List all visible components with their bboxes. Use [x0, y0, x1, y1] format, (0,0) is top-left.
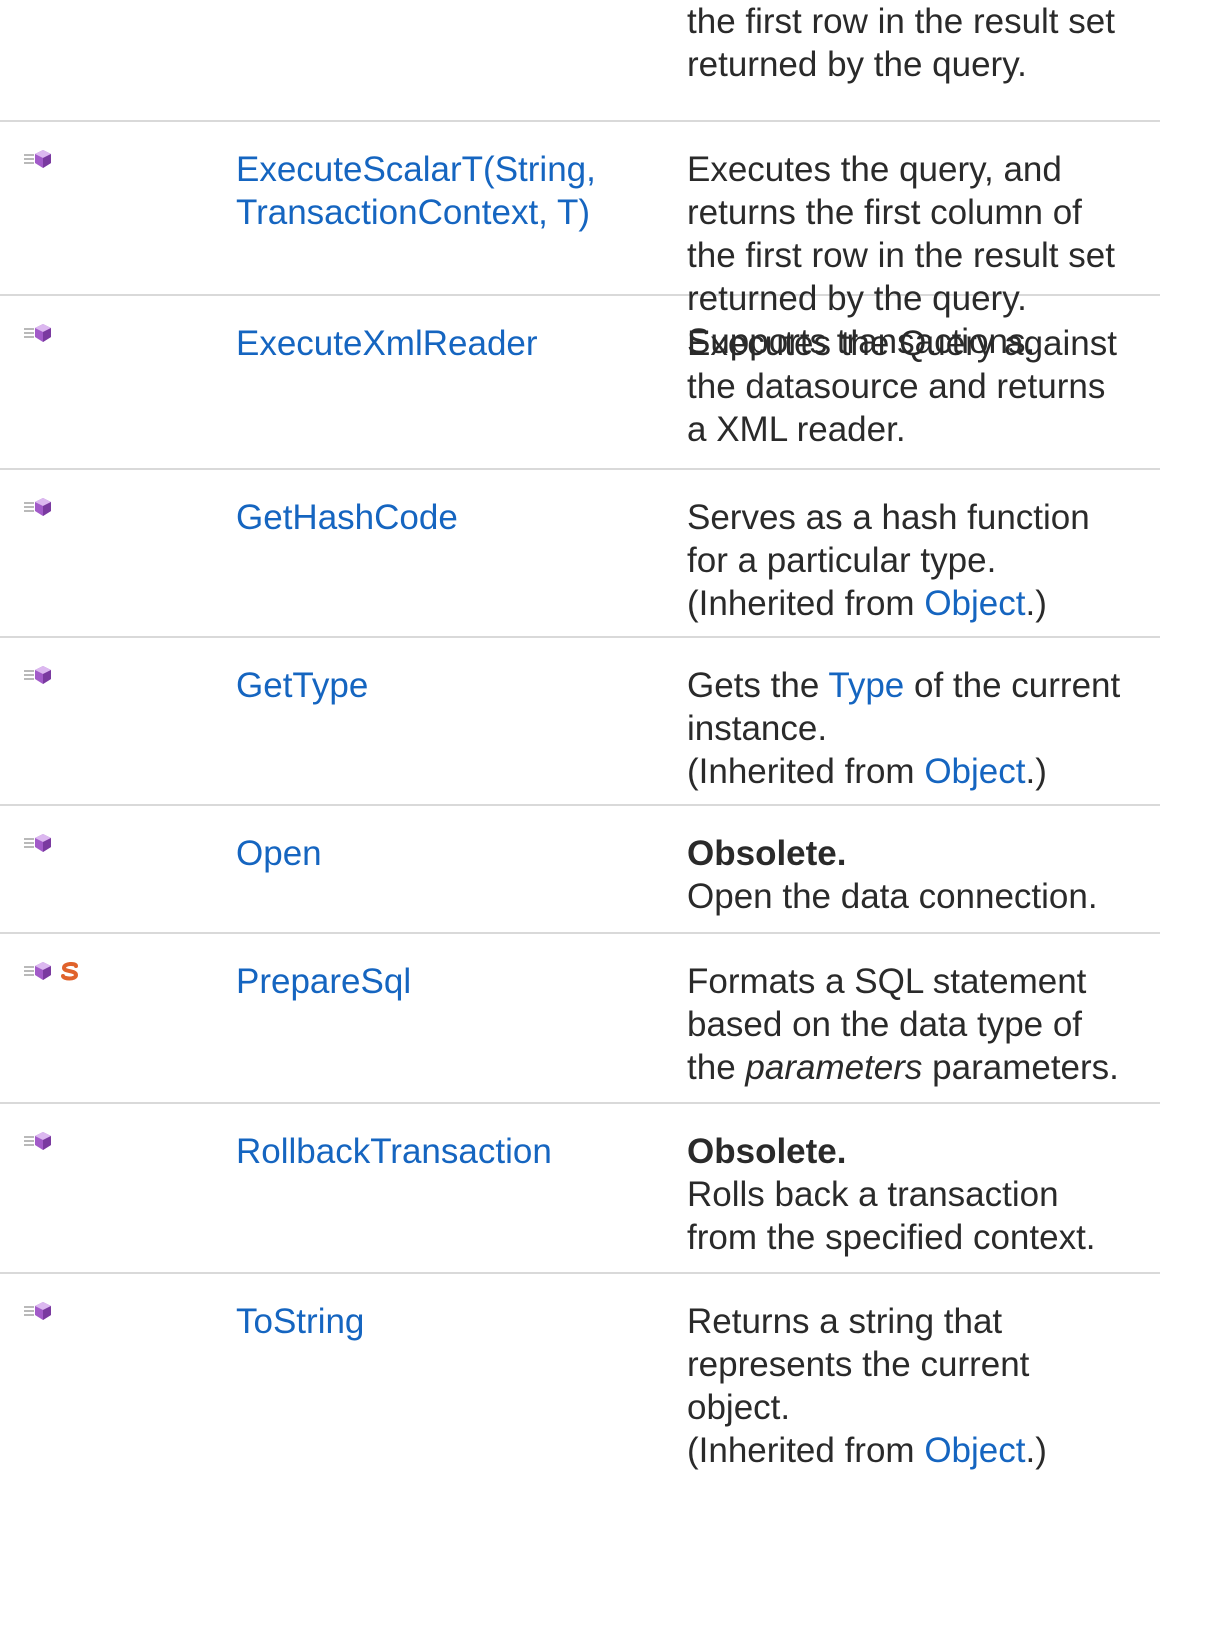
- description-line: the datasource and returns: [687, 367, 1106, 406]
- member-row: ToString Returns a string that represent…: [0, 1274, 1160, 1562]
- description-line: the parameters parameters.: [687, 1046, 1157, 1089]
- public-method-icon: [24, 324, 51, 342]
- inherited-prefix: (Inherited from: [687, 752, 925, 791]
- member-description: Obsolete. Open the data connection.: [687, 832, 1157, 918]
- description-line: represents the current: [687, 1345, 1030, 1384]
- description-line: the first row in the result set: [687, 2, 1115, 41]
- static-icon: [61, 961, 79, 981]
- member-link[interactable]: GetHashCode: [236, 496, 656, 539]
- member-row: GetHashCode Serves as a hash function fo…: [0, 470, 1160, 638]
- inherited-suffix: .): [1025, 1431, 1047, 1470]
- description-line: Rolls back a transaction: [687, 1175, 1059, 1214]
- member-name: ToString: [236, 1300, 656, 1343]
- description-text: the: [687, 1048, 746, 1087]
- description-line: from the specified context.: [687, 1218, 1096, 1257]
- member-name: GetType: [236, 664, 656, 707]
- description-line: returns the first column of: [687, 193, 1082, 232]
- member-row: Open Obsolete. Open the data connection.: [0, 806, 1160, 934]
- parameter-name: parameters: [745, 1048, 923, 1087]
- inherited-note: (Inherited from Object.): [687, 1429, 1157, 1472]
- member-link[interactable]: ToString: [236, 1300, 656, 1343]
- description-line: Serves as a hash function: [687, 498, 1090, 537]
- inherited-prefix: (Inherited from: [687, 1431, 925, 1470]
- member-description: Obsolete. Rolls back a transaction from …: [687, 1130, 1157, 1259]
- member-icons: [22, 146, 56, 172]
- member-description: Formats a SQL statement based on the dat…: [687, 960, 1157, 1089]
- description-line: for a particular type.: [687, 541, 997, 580]
- public-method-icon: [24, 666, 51, 684]
- member-icons: [22, 494, 56, 520]
- member-description: Gets the Type of the current instance. (…: [687, 664, 1157, 793]
- member-icons: [22, 958, 80, 984]
- member-description: Returns a string that represents the cur…: [687, 1300, 1157, 1472]
- member-icons: [22, 1298, 56, 1324]
- member-link[interactable]: TransactionContext, T): [236, 191, 656, 234]
- members-table: the first row in the result set returned…: [0, 0, 1160, 1562]
- member-description: the first row in the result set returned…: [687, 0, 1157, 86]
- description-line: object.: [687, 1388, 791, 1427]
- member-icons: [22, 320, 56, 346]
- member-link[interactable]: ExecuteScalarT(String,: [236, 148, 656, 191]
- member-icons: [22, 1128, 56, 1154]
- inherited-note: (Inherited from Object.): [687, 750, 1157, 793]
- member-row: the first row in the result set returned…: [0, 0, 1160, 122]
- description-text: parameters.: [922, 1048, 1119, 1087]
- member-link[interactable]: RollbackTransaction: [236, 1130, 656, 1173]
- inherited-object-link[interactable]: Object: [924, 752, 1025, 791]
- description-line: the first row in the result set: [687, 236, 1115, 275]
- member-link[interactable]: ExecuteXmlReader: [236, 322, 656, 365]
- public-method-icon: [24, 962, 51, 980]
- obsolete-label: Obsolete.: [687, 1132, 847, 1171]
- public-method-icon: [24, 1302, 51, 1320]
- member-row: ExecuteXmlReader Executes the Query agai…: [0, 296, 1160, 470]
- description-text: Gets the: [687, 666, 829, 705]
- inherited-suffix: .): [1025, 752, 1047, 791]
- description-line: Gets the Type of the current: [687, 664, 1157, 707]
- description-text: of the current: [904, 666, 1121, 705]
- description-line: Formats a SQL statement: [687, 962, 1087, 1001]
- member-name: ExecuteScalarT(String, TransactionContex…: [236, 148, 656, 234]
- member-row: RollbackTransaction Obsolete. Rolls back…: [0, 1104, 1160, 1274]
- obsolete-label: Obsolete.: [687, 834, 847, 873]
- member-row: GetType Gets the Type of the current ins…: [0, 638, 1160, 806]
- member-link[interactable]: GetType: [236, 664, 656, 707]
- type-link[interactable]: Type: [828, 666, 904, 705]
- member-icons: [22, 830, 56, 856]
- member-link[interactable]: Open: [236, 832, 656, 875]
- description-line: returned by the query.: [687, 45, 1027, 84]
- inherited-note: (Inherited from Object.): [687, 582, 1157, 625]
- description-line: Executes the Query against: [687, 324, 1117, 363]
- public-method-icon: [24, 498, 51, 516]
- member-row: PrepareSql Formats a SQL statement based…: [0, 934, 1160, 1104]
- member-name: Open: [236, 832, 656, 875]
- member-link[interactable]: PrepareSql: [236, 960, 656, 1003]
- public-method-icon: [24, 1132, 51, 1150]
- description-line: Executes the query, and: [687, 150, 1062, 189]
- description-line: Open the data connection.: [687, 877, 1098, 916]
- inherited-object-link[interactable]: Object: [924, 1431, 1025, 1470]
- member-row: ExecuteScalarT(String, TransactionContex…: [0, 122, 1160, 361]
- description-line: Returns a string that: [687, 1302, 1003, 1341]
- member-icons: [22, 662, 56, 688]
- member-name: ExecuteXmlReader: [236, 322, 656, 365]
- description-line: a XML reader.: [687, 410, 906, 449]
- description-line: instance.: [687, 709, 828, 748]
- public-method-icon: [24, 834, 51, 852]
- public-method-icon: [24, 150, 51, 168]
- inherited-prefix: (Inherited from: [687, 584, 925, 623]
- description-line: based on the data type of: [687, 1005, 1083, 1044]
- member-name: GetHashCode: [236, 496, 656, 539]
- member-name: RollbackTransaction: [236, 1130, 656, 1173]
- member-name: PrepareSql: [236, 960, 656, 1003]
- member-description: Serves as a hash function for a particul…: [687, 496, 1157, 625]
- inherited-object-link[interactable]: Object: [924, 584, 1025, 623]
- inherited-suffix: .): [1025, 584, 1047, 623]
- member-description: Executes the Query against the datasourc…: [687, 322, 1157, 451]
